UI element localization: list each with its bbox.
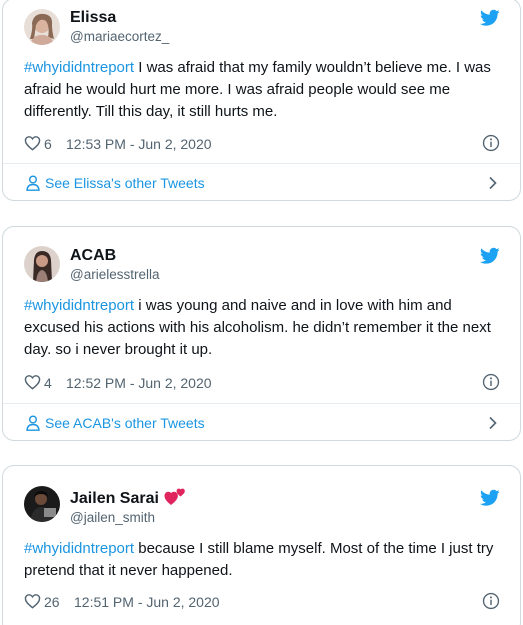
heart-icon[interactable] xyxy=(24,593,41,609)
tweet-card[interactable]: Jailen Sarai @jailen_smith #whyididntrep… xyxy=(2,465,521,625)
tweet-text: #whyididntreport i was young and naive a… xyxy=(24,295,504,361)
author-handle[interactable]: @jailen_smith xyxy=(70,510,155,526)
tweet-timestamp[interactable]: 12:51 PM - Jun 2, 2020 xyxy=(74,594,220,610)
person-icon xyxy=(26,415,40,431)
author-handle[interactable]: @arielesstrella xyxy=(70,267,159,283)
twitter-bird-icon[interactable] xyxy=(480,9,500,27)
info-icon[interactable] xyxy=(482,592,500,610)
tweet-text: #whyididntreport because I still blame m… xyxy=(24,538,504,582)
hashtag-link[interactable]: #whyididntreport xyxy=(24,540,134,557)
person-icon xyxy=(26,175,40,191)
info-icon[interactable] xyxy=(482,134,500,152)
see-other-tweets-label[interactable]: See Elissa's other Tweets xyxy=(45,175,205,191)
author-name[interactable]: Jailen Sarai xyxy=(70,490,159,508)
like-count[interactable]: 4 xyxy=(44,375,52,391)
author-handle[interactable]: @mariaecortez_ xyxy=(70,29,169,45)
tweet-meta: 26 12:51 PM - Jun 2, 2020 xyxy=(24,592,500,612)
avatar[interactable] xyxy=(24,9,60,45)
tweet-timestamp[interactable]: 12:53 PM - Jun 2, 2020 xyxy=(66,136,212,152)
avatar[interactable] xyxy=(24,486,60,522)
chevron-right-icon[interactable] xyxy=(488,416,498,430)
hashtag-link[interactable]: #whyididntreport xyxy=(24,59,134,76)
heart-icon[interactable] xyxy=(24,135,41,151)
tweet-meta: 4 12:52 PM - Jun 2, 2020 xyxy=(24,373,500,393)
heart-icon[interactable] xyxy=(24,374,41,390)
tweet-meta: 6 12:53 PM - Jun 2, 2020 xyxy=(24,134,500,154)
see-other-tweets-label[interactable]: See ACAB's other Tweets xyxy=(45,415,205,431)
twitter-bird-icon[interactable] xyxy=(480,247,500,265)
hashtag-link[interactable]: #whyididntreport xyxy=(24,297,134,314)
two-hearts-emoji xyxy=(164,488,185,505)
tweet-card[interactable]: ACAB @arielesstrella #whyididntreport i … xyxy=(2,226,521,441)
like-count[interactable]: 26 xyxy=(44,594,60,610)
author-name[interactable]: ACAB xyxy=(70,247,116,265)
author-name[interactable]: Elissa xyxy=(70,9,116,27)
like-count[interactable]: 6 xyxy=(44,136,52,152)
see-other-tweets-link[interactable]: See Elissa's other Tweets xyxy=(3,163,520,203)
see-other-tweets-link[interactable]: See ACAB's other Tweets xyxy=(3,403,520,443)
tweet-card[interactable]: Elissa @mariaecortez_ #whyididntreport I… xyxy=(2,0,521,201)
info-icon[interactable] xyxy=(482,373,500,391)
avatar[interactable] xyxy=(24,246,60,282)
chevron-right-icon[interactable] xyxy=(488,176,498,190)
tweet-timestamp[interactable]: 12:52 PM - Jun 2, 2020 xyxy=(66,375,212,391)
twitter-bird-icon[interactable] xyxy=(480,489,500,507)
tweet-text: #whyididntreport I was afraid that my fa… xyxy=(24,57,504,123)
